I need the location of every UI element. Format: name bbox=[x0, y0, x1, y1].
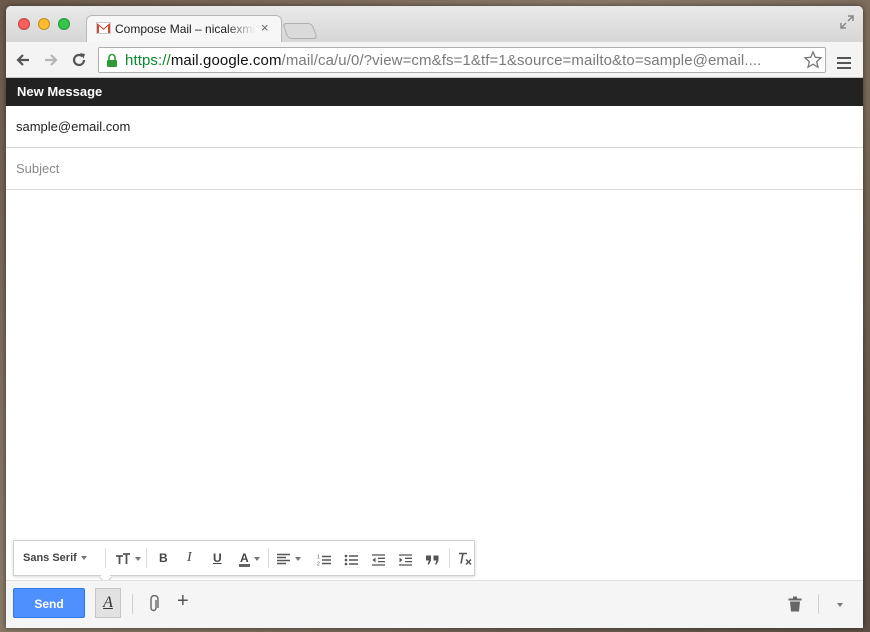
new-tab-button[interactable] bbox=[282, 23, 318, 39]
svg-text:2: 2 bbox=[317, 562, 320, 568]
send-button[interactable]: Send bbox=[13, 588, 85, 618]
url-text: https://mail.google.com/mail/ca/u/0/?vie… bbox=[125, 52, 797, 69]
bookmark-star-icon[interactable] bbox=[803, 50, 823, 70]
align-select[interactable] bbox=[276, 550, 301, 566]
tab-title: Compose Mail – nicalexmi bbox=[115, 22, 255, 36]
formatting-toolbar: Sans Serif B I U A 1 2 bbox=[13, 540, 475, 576]
font-family-label: Sans Serif bbox=[23, 552, 77, 564]
message-body[interactable] bbox=[6, 190, 863, 540]
svg-text:1: 1 bbox=[317, 555, 320, 561]
browser-window: Compose Mail – nicalexmi × https://mail.… bbox=[6, 6, 863, 628]
back-arrow-icon[interactable] bbox=[14, 51, 32, 69]
text-size-select[interactable] bbox=[115, 550, 141, 566]
indent-more-icon[interactable] bbox=[398, 552, 413, 568]
zoom-window-button[interactable] bbox=[58, 18, 70, 30]
divider bbox=[268, 548, 269, 568]
tab-compose-mail[interactable]: Compose Mail – nicalexmi × bbox=[86, 15, 282, 42]
divider bbox=[132, 594, 133, 614]
chrome-menu-icon[interactable] bbox=[837, 57, 851, 72]
italic-button[interactable]: I bbox=[187, 550, 192, 566]
gmail-icon bbox=[96, 22, 111, 34]
trash-icon[interactable] bbox=[788, 596, 802, 612]
url-path: /mail/ca/u/0/?view=cm&fs=1&tf=1&source=m… bbox=[281, 52, 762, 69]
text-size-icon bbox=[116, 552, 130, 564]
subject-field[interactable]: Subject bbox=[6, 148, 863, 190]
bold-button[interactable]: B bbox=[159, 550, 168, 566]
compose-bottom-bar: Send A + bbox=[6, 580, 863, 628]
forward-arrow-icon[interactable] bbox=[42, 51, 60, 69]
minimize-window-button[interactable] bbox=[38, 18, 50, 30]
title-bar: Compose Mail – nicalexmi × bbox=[6, 6, 863, 42]
to-field[interactable]: sample@email.com bbox=[6, 106, 863, 148]
url-scheme: https:// bbox=[125, 52, 171, 69]
paperclip-icon[interactable] bbox=[148, 595, 160, 613]
reload-icon[interactable] bbox=[70, 51, 88, 69]
url-host: mail.google.com bbox=[170, 52, 282, 69]
divider bbox=[146, 548, 147, 568]
text-color-button[interactable]: A bbox=[239, 550, 260, 567]
more-options-chevron-icon[interactable] bbox=[837, 603, 843, 607]
formatting-options-button[interactable]: A bbox=[95, 588, 121, 618]
divider bbox=[818, 594, 819, 614]
fullscreen-icon[interactable] bbox=[840, 15, 854, 29]
underline-button[interactable]: U bbox=[213, 550, 222, 566]
align-left-icon bbox=[277, 553, 290, 565]
lock-icon bbox=[107, 53, 117, 67]
indent-less-icon[interactable] bbox=[371, 552, 386, 568]
close-window-button[interactable] bbox=[18, 18, 30, 30]
tab-close-icon[interactable]: × bbox=[261, 20, 269, 35]
address-bar[interactable]: https://mail.google.com/mail/ca/u/0/?vie… bbox=[98, 47, 826, 73]
numbered-list-icon[interactable]: 1 2 bbox=[317, 552, 332, 568]
quote-icon[interactable] bbox=[425, 552, 440, 568]
more-insert-options-button[interactable]: + bbox=[177, 590, 189, 613]
remove-formatting-icon[interactable] bbox=[457, 551, 473, 567]
divider bbox=[105, 548, 106, 568]
compose-header: New Message bbox=[6, 78, 863, 106]
browser-toolbar: https://mail.google.com/mail/ca/u/0/?vie… bbox=[6, 42, 863, 78]
font-family-select[interactable]: Sans Serif bbox=[23, 550, 87, 566]
divider bbox=[449, 548, 450, 568]
bulleted-list-icon[interactable] bbox=[344, 552, 359, 568]
text-color-icon: A bbox=[239, 551, 250, 567]
